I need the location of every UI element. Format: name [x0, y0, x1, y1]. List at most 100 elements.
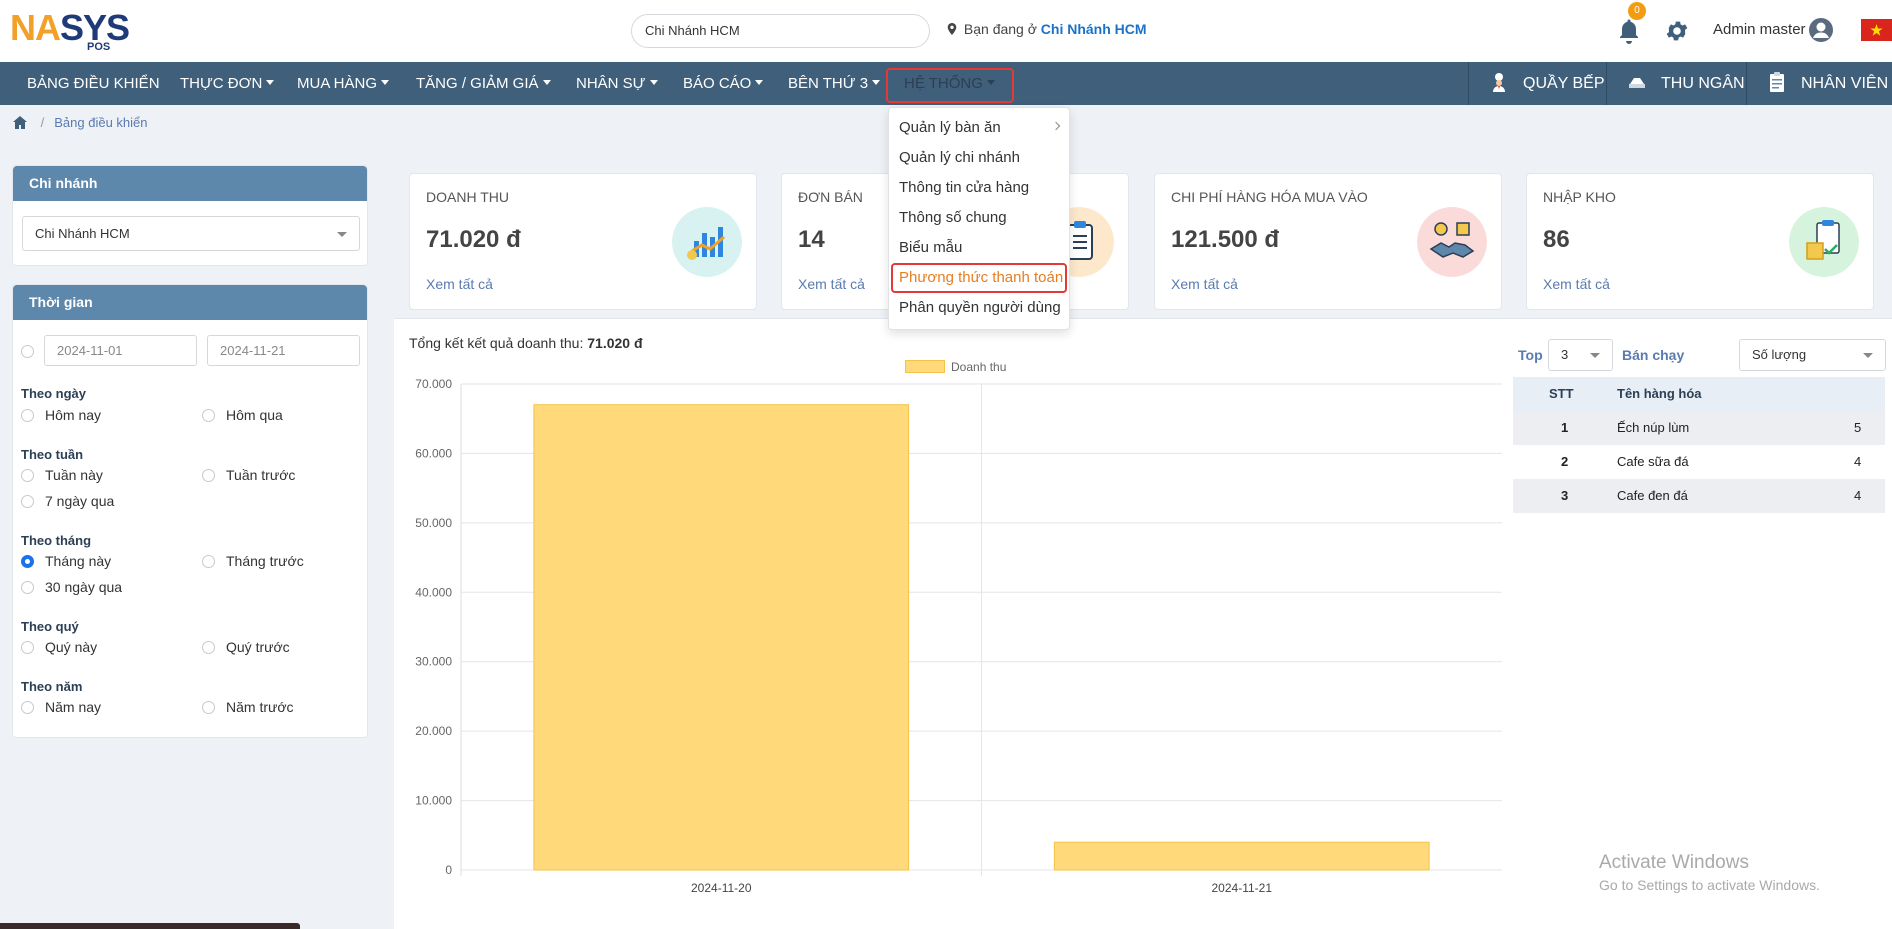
chevron-down-icon — [337, 231, 347, 237]
stat-card-purchase-cost: CHI PHÍ HÀNG HÓA MUA VÀO 121.500 đ Xem t… — [1154, 173, 1502, 310]
option-30-days-label[interactable]: 30 ngày qua — [45, 579, 122, 595]
option-this-month-label[interactable]: Tháng này — [45, 553, 111, 569]
row-stt: 1 — [1561, 420, 1569, 435]
user-avatar-icon[interactable] — [1808, 17, 1834, 43]
branch-select[interactable]: Chi Nhánh HCM — [631, 14, 930, 48]
view-all-link[interactable]: Xem tất cả — [1171, 276, 1238, 292]
best-seller-label: Bán chạy — [1622, 347, 1685, 363]
top-count-select[interactable]: 3 — [1548, 339, 1613, 371]
user-name[interactable]: Admin master — [1713, 21, 1806, 38]
option-yesterday-label[interactable]: Hôm qua — [226, 407, 283, 423]
option-this-year-label[interactable]: Năm nay — [45, 699, 101, 715]
table-row[interactable]: 3 Cafe đen đá 4 — [1513, 479, 1885, 513]
row-quantity: 4 — [1854, 488, 1862, 503]
y-tick-label: 40.000 — [415, 585, 452, 599]
chef-icon — [1493, 73, 1505, 92]
option-this-week-label[interactable]: Tuần này — [45, 467, 103, 483]
date-to-input[interactable]: 2024-11-21 — [207, 335, 360, 366]
header-product-name: Tên hàng hóa — [1617, 386, 1702, 401]
option-last-quarter-label[interactable]: Quý trước — [226, 639, 290, 655]
radio-30-days[interactable] — [21, 581, 34, 594]
top-label: Top — [1518, 347, 1543, 363]
nasys-logo[interactable]: NASYS POS — [10, 8, 152, 54]
menu-item-general-settings[interactable]: Thông số chung — [899, 209, 1007, 226]
radio-this-quarter[interactable] — [21, 641, 34, 654]
group-month-label: Theo tháng — [21, 533, 92, 548]
y-tick-label: 0 — [445, 863, 452, 877]
radio-yesterday[interactable] — [202, 409, 215, 422]
nav-reports[interactable]: BÁO CÁO — [683, 62, 764, 105]
nav-cashier[interactable]: THU NGÂN — [1606, 62, 1746, 105]
nav-staff-view[interactable]: NHÂN VIÊN — [1746, 62, 1892, 105]
group-year-label: Theo năm — [21, 679, 83, 694]
radio-this-week[interactable] — [21, 469, 34, 482]
system-dropdown-menu: Quản lý bàn ăn Quản lý chi nhánh Thông t… — [888, 107, 1070, 330]
stat-value: 14 — [798, 226, 825, 253]
custom-range-radio[interactable] — [21, 345, 34, 358]
bar — [1053, 841, 1430, 871]
y-tick-label: 70.000 — [415, 377, 452, 391]
radio-last-week[interactable] — [202, 469, 215, 482]
table-row[interactable]: 1 Ếch núp lùm 5 — [1513, 411, 1885, 445]
radio-7-days[interactable] — [21, 495, 34, 508]
windows-activation-hint: Go to Settings to activate Windows. — [1599, 877, 1820, 893]
radio-last-month[interactable] — [202, 555, 215, 568]
y-tick-label: 50.000 — [415, 516, 452, 530]
gear-icon[interactable] — [1664, 18, 1690, 44]
radio-this-month[interactable] — [21, 555, 34, 568]
stat-card-stock-in: NHẬP KHO 86 Xem tất cả — [1526, 173, 1874, 310]
view-all-link[interactable]: Xem tất cả — [798, 276, 865, 292]
menu-item-store-info[interactable]: Thông tin cửa hàng — [899, 179, 1029, 196]
menu-item-user-permissions[interactable]: Phân quyền người dùng — [899, 299, 1061, 316]
nav-kitchen[interactable]: QUẦY BẾP — [1468, 62, 1607, 105]
nav-third-party[interactable]: BÊN THỨ 3 — [788, 62, 881, 105]
home-icon[interactable] — [13, 116, 27, 129]
radio-today[interactable] — [21, 409, 34, 422]
row-stt: 3 — [1561, 488, 1569, 503]
radio-last-quarter[interactable] — [202, 641, 215, 654]
nav-purchasing[interactable]: MUA HÀNG — [297, 62, 390, 105]
notification-badge: 0 — [1628, 2, 1646, 20]
handshake-deal-icon — [1417, 207, 1487, 277]
option-7-days-label[interactable]: 7 ngày qua — [45, 493, 114, 509]
option-this-quarter-label[interactable]: Quý này — [45, 639, 97, 655]
radio-last-year[interactable] — [202, 701, 215, 714]
bell-icon[interactable] — [1617, 18, 1641, 44]
stat-card-revenue: DOANH THU 71.020 đ Xem tất cả — [409, 173, 757, 310]
revenue-bar-chart: 0 10.000 20.000 30.000 40.000 50.000 60.000 70.… — [415, 377, 1502, 895]
caret-down-icon — [649, 80, 658, 85]
view-all-link[interactable]: Xem tất cả — [426, 276, 493, 292]
option-last-year-label[interactable]: Năm trước — [226, 699, 294, 715]
breadcrumb-current[interactable]: Bảng điều khiển — [54, 115, 147, 130]
nav-staff[interactable]: NHÂN SỰ — [576, 62, 658, 105]
date-from-input[interactable]: 2024-11-01 — [44, 335, 197, 366]
cashier-icon — [1629, 78, 1645, 88]
menu-item-templates[interactable]: Biểu mẫu — [899, 239, 962, 256]
stat-title: ĐƠN BÁN — [798, 189, 863, 205]
menu-item-tables[interactable]: Quản lý bàn ăn — [899, 119, 1001, 136]
option-last-month-label[interactable]: Tháng trước — [226, 553, 304, 569]
breadcrumb: / Bảng điều khiển — [13, 115, 148, 130]
option-today-label[interactable]: Hôm nay — [45, 407, 101, 423]
branch-panel-title: Chi nhánh — [13, 166, 367, 201]
sort-by-select[interactable]: Số lượng — [1739, 339, 1886, 371]
caret-down-icon — [381, 80, 390, 85]
view-all-link[interactable]: Xem tất cả — [1543, 276, 1610, 292]
chevron-right-icon — [1051, 121, 1061, 131]
radio-this-year[interactable] — [21, 701, 34, 714]
stock-clipboard-icon — [1789, 207, 1859, 277]
branch-dropdown[interactable]: Chi Nhánh HCM — [22, 216, 360, 251]
option-last-week-label[interactable]: Tuần trước — [226, 467, 295, 483]
row-product-name: Ếch núp lùm — [1617, 420, 1690, 435]
nav-dashboard[interactable]: BẢNG ĐIỀU KHIỂN — [27, 62, 160, 105]
nav-discounts[interactable]: TĂNG / GIẢM GIÁ — [416, 62, 551, 105]
menu-item-branches[interactable]: Quản lý chi nhánh — [899, 149, 1020, 166]
caret-down-icon — [266, 80, 275, 85]
stat-value: 86 — [1543, 226, 1570, 253]
taskbar-edge — [0, 923, 300, 929]
table-row[interactable]: 2 Cafe sữa đá 4 — [1513, 445, 1885, 479]
vietnam-flag-icon[interactable] — [1861, 19, 1892, 41]
group-day-label: Theo ngày — [21, 386, 87, 401]
nav-menu[interactable]: THỰC ĐƠN — [180, 62, 275, 105]
group-week-label: Theo tuần — [21, 447, 84, 462]
